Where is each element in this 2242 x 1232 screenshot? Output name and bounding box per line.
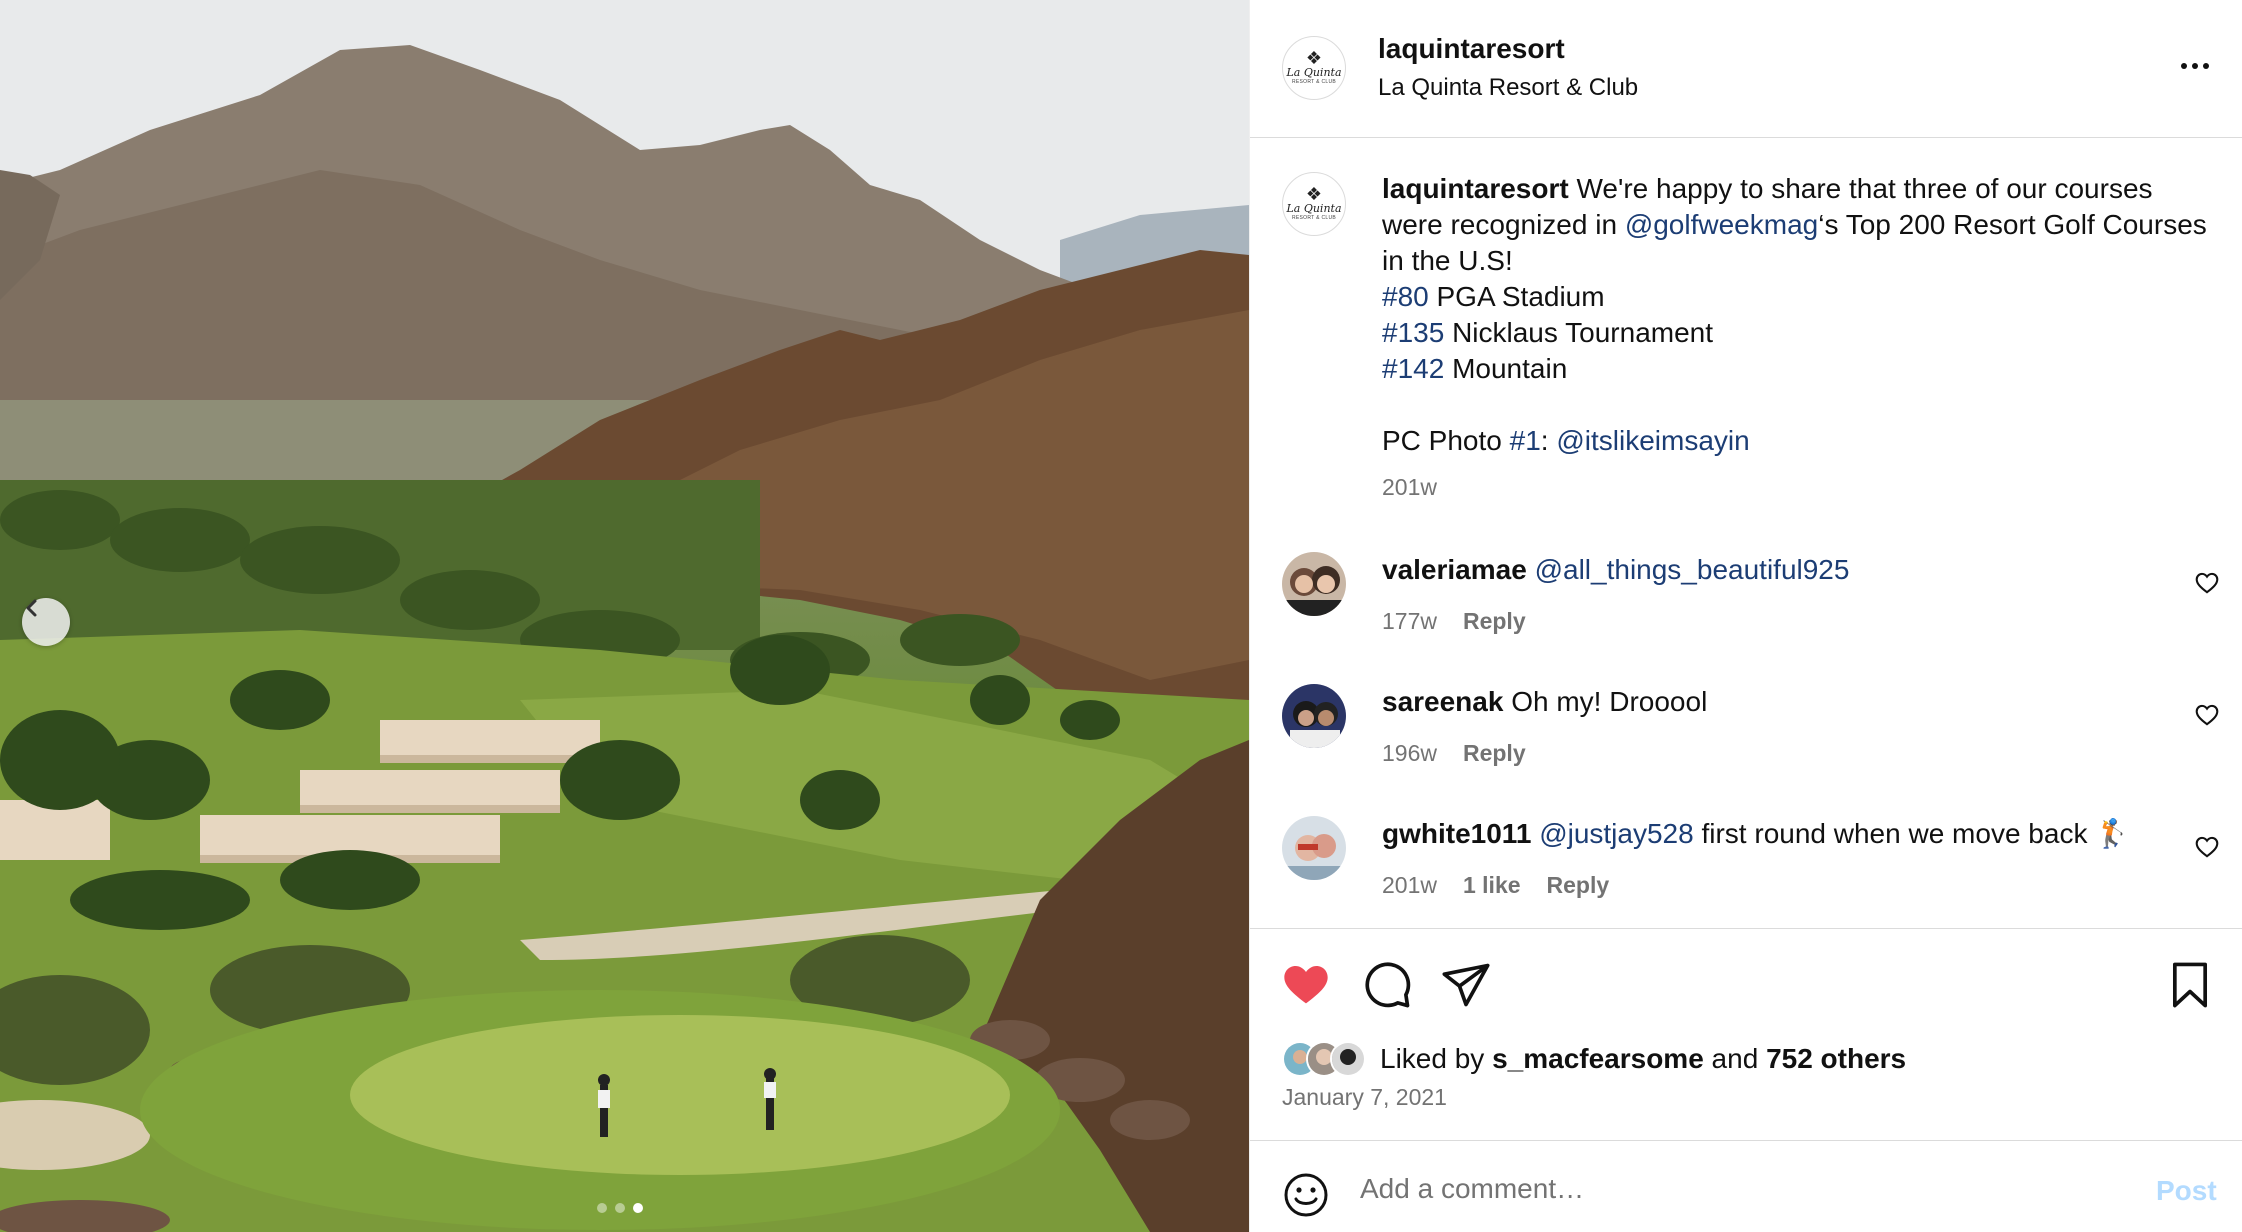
liked-by-user[interactable]: s_macfearsome (1492, 1043, 1704, 1074)
profile-fullname[interactable]: La Quinta Resort & Club (1378, 74, 1638, 102)
golf-landscape-image (0, 0, 1249, 1232)
comment-timestamp[interactable]: 196w (1382, 740, 1437, 767)
comment-username[interactable]: valeriamae (1382, 554, 1527, 585)
chevron-left-icon (26, 599, 37, 617)
reply-button[interactable]: Reply (1463, 740, 1526, 767)
user-photo-icon (1332, 1043, 1364, 1075)
post-caption: laquintaresort We're happy to share that… (1382, 171, 2212, 459)
comment-item: gwhite1011 @justjay528 first round when … (1250, 816, 2242, 916)
comment-meta: 201w 1 like Reply (1382, 872, 1609, 899)
heart-outline-icon[interactable] (2194, 702, 2220, 728)
logo-wordmark: La Quinta (1286, 66, 1342, 79)
ranking-name: Nicklaus Tournament (1444, 317, 1714, 348)
like-heart-filled-icon[interactable] (1280, 959, 1332, 1011)
photo-credit-mention[interactable]: @itslikeimsayin (1556, 425, 1749, 456)
logo-subtitle: RESORT & CLUB (1291, 215, 1336, 221)
comment-item: sareenak Oh my! Drooool 196w Reply (1250, 684, 2242, 784)
caption-avatar[interactable]: ❖ La Quinta RESORT & CLUB (1282, 172, 1346, 236)
comment-username[interactable]: gwhite1011 (1382, 818, 1531, 849)
post-actions: Liked by s_macfearsome and 752 others Ja… (1250, 928, 2242, 1140)
photo-credit-label: PC Photo (1382, 425, 1510, 456)
photo-credit-sep: : (1540, 425, 1557, 456)
carousel-dot (615, 1203, 625, 1213)
comment-item: valeriamae @all_things_beautiful925 177w… (1250, 552, 2242, 652)
user-photo-icon (1282, 684, 1346, 748)
hashtag-link[interactable]: #135 (1382, 317, 1444, 348)
dot-icon (2181, 63, 2187, 69)
comment-timestamp[interactable]: 201w (1382, 872, 1437, 899)
user-photo-icon (1282, 816, 1346, 880)
more-options-button[interactable] (2175, 54, 2215, 78)
ranking-name: PGA Stadium (1428, 281, 1605, 312)
liked-by-prefix: Liked by (1380, 1043, 1493, 1074)
comment-mention[interactable]: @justjay528 (1539, 818, 1694, 849)
comment-text: Oh my! Drooool (1503, 686, 1708, 717)
profile-username[interactable]: laquintaresort (1378, 33, 1565, 65)
liked-by-text[interactable]: Liked by s_macfearsome and 752 others (1380, 1043, 1906, 1075)
caption-mention[interactable]: @golfweekmag (1625, 209, 1818, 240)
profile-avatar[interactable]: ❖ La Quinta RESORT & CLUB (1282, 36, 1346, 100)
share-paper-plane-icon[interactable] (1440, 959, 1492, 1011)
carousel-indicator (597, 1203, 643, 1213)
comment-avatar[interactable] (1282, 552, 1346, 616)
liked-by-row: Liked by s_macfearsome and 752 others (1282, 1039, 1906, 1079)
comment-avatar[interactable] (1282, 816, 1346, 880)
previous-image-button[interactable] (22, 598, 70, 646)
ranking-name: Mountain (1444, 353, 1568, 384)
caption-username[interactable]: laquintaresort (1382, 173, 1569, 204)
post-photo[interactable] (0, 0, 1249, 1232)
comment-username[interactable]: sareenak (1382, 686, 1503, 717)
comment-body: sareenak Oh my! Drooool (1382, 684, 1707, 720)
comment-timestamp[interactable]: 177w (1382, 608, 1437, 635)
comment-input[interactable] (1360, 1165, 2060, 1213)
caption-timestamp[interactable]: 201w (1382, 474, 1437, 501)
post-header: ❖ La Quinta RESORT & CLUB laquintaresort… (1250, 0, 2242, 138)
comment-meta: 196w Reply (1382, 740, 1526, 767)
dot-icon (2192, 63, 2198, 69)
hashtag-link[interactable]: #80 (1382, 281, 1429, 312)
liked-by-others[interactable]: 752 others (1766, 1043, 1906, 1074)
add-comment-bar: Post (1250, 1140, 2242, 1232)
carousel-dot (597, 1203, 607, 1213)
logo-wordmark: La Quinta (1286, 202, 1342, 215)
hashtag-link[interactable]: #142 (1382, 353, 1444, 384)
comment-icon[interactable] (1362, 959, 1414, 1011)
liked-by-and: and (1703, 1043, 1767, 1074)
comment-body: valeriamae @all_things_beautiful925 (1382, 552, 1849, 588)
logo-subtitle: RESORT & CLUB (1291, 79, 1336, 85)
logo-mark-icon: ❖ (1305, 184, 1323, 205)
comment-meta: 177w Reply (1382, 608, 1526, 635)
heart-outline-icon[interactable] (2194, 834, 2220, 860)
post-details-panel: ❖ La Quinta RESORT & CLUB laquintaresort… (1249, 0, 2242, 1232)
carousel-dot-active (633, 1203, 643, 1213)
dot-icon (2203, 63, 2209, 69)
post-date[interactable]: January 7, 2021 (1282, 1084, 1447, 1111)
hashtag-link[interactable]: #1 (1510, 425, 1541, 456)
comment-mention[interactable]: @all_things_beautiful925 (1535, 554, 1850, 585)
emoji-icon[interactable] (1282, 1171, 1330, 1219)
user-photo-icon (1282, 552, 1346, 616)
post-comment-button[interactable]: Post (2156, 1175, 2217, 1207)
comment-body: gwhite1011 @justjay528 first round when … (1382, 816, 2130, 852)
reply-button[interactable]: Reply (1463, 608, 1526, 635)
comment-avatar[interactable] (1282, 684, 1346, 748)
comment-text: first round when we move back 🏌 (1693, 818, 2131, 849)
save-bookmark-icon[interactable] (2164, 959, 2216, 1011)
heart-outline-icon[interactable] (2194, 570, 2220, 596)
comment-like-count[interactable]: 1 like (1463, 872, 1521, 899)
logo-mark-icon: ❖ (1305, 48, 1323, 69)
reply-button[interactable]: Reply (1547, 872, 1610, 899)
liker-avatar[interactable] (1330, 1041, 1366, 1077)
